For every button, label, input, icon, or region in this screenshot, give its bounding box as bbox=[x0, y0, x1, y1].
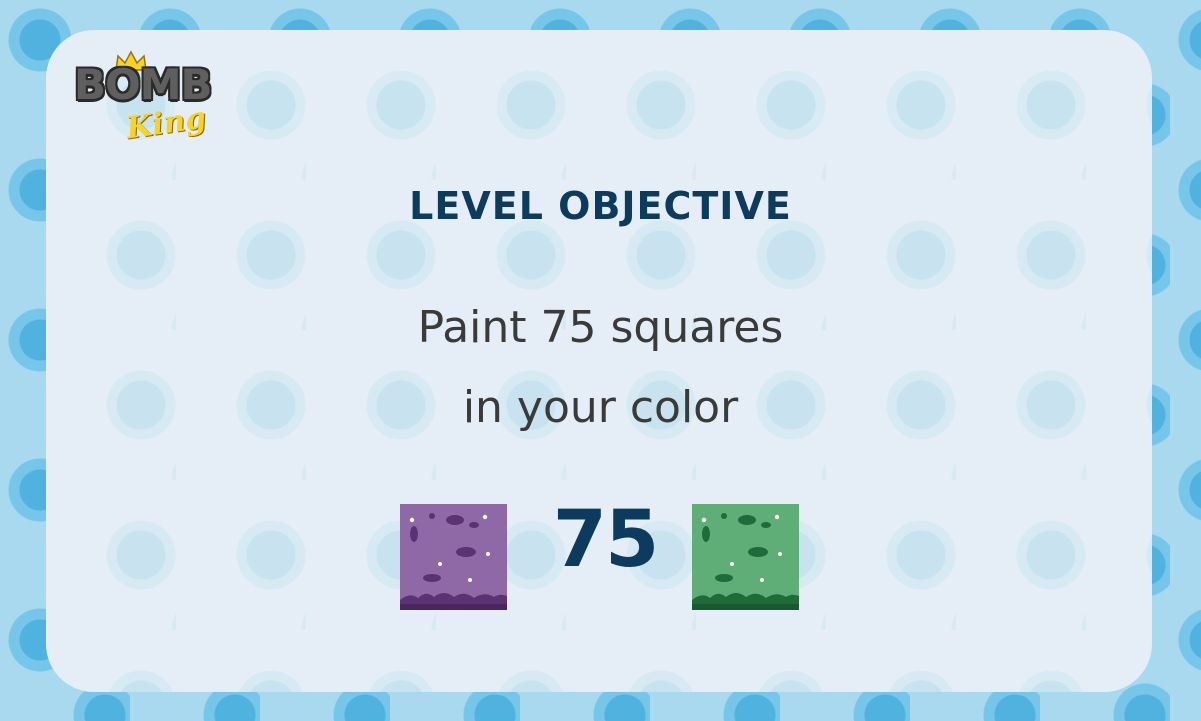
green-square-tile bbox=[692, 504, 799, 610]
target-count: 75 bbox=[552, 495, 660, 585]
objective-description: Paint 75 squares in your color bbox=[0, 288, 1201, 448]
purple-square-tile bbox=[400, 504, 507, 610]
objective-title: LEVEL OBJECTIVE bbox=[409, 184, 792, 228]
objective-line-1: Paint 75 squares bbox=[417, 302, 784, 353]
bomb-king-logo: BOMB King bbox=[74, 50, 239, 154]
objective-line-2: in your color bbox=[462, 382, 739, 433]
